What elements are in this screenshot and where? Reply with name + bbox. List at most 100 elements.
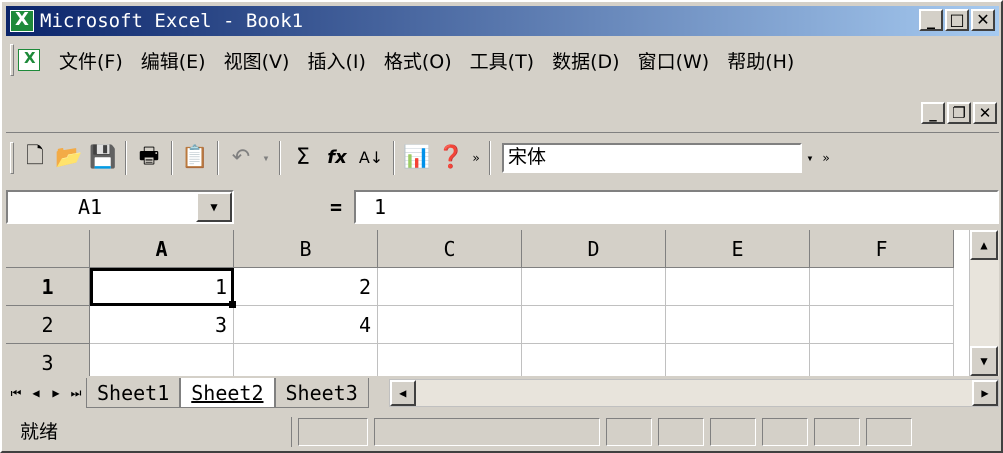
formatting-toolbar-options-icon[interactable]: »	[818, 146, 834, 170]
excel-app-icon[interactable]	[10, 9, 34, 32]
function-icon[interactable]: fx	[320, 141, 354, 175]
cell-d1[interactable]	[522, 268, 666, 306]
scroll-left-icon[interactable]: ◀	[389, 380, 416, 406]
window-title: Microsoft Excel - Book1	[40, 10, 304, 32]
cell-e2[interactable]	[666, 306, 810, 344]
toolbar-options-icon[interactable]: »	[468, 146, 484, 170]
open-icon[interactable]: 📂	[52, 141, 86, 175]
close-button[interactable]: ✕	[971, 9, 995, 31]
cell-d2[interactable]	[522, 306, 666, 344]
formula-equals[interactable]: =	[234, 195, 354, 219]
table-row: 2 3 4	[6, 306, 999, 344]
cell-e3[interactable]	[666, 344, 810, 376]
workbook-minimize-button[interactable]: _	[921, 102, 945, 124]
toolbar-separator	[279, 140, 281, 175]
cell-a1[interactable]: 1	[90, 268, 236, 308]
menu-help[interactable]: 帮助(H)	[718, 47, 803, 74]
toolbar-separator	[217, 140, 219, 175]
horizontal-scrollbar[interactable]: ◀ ▶	[388, 379, 999, 407]
chart-wizard-icon[interactable]: 📊	[400, 141, 434, 175]
cell-b3[interactable]	[234, 344, 378, 376]
formula-value: 1	[374, 195, 387, 219]
scroll-up-icon[interactable]: ▲	[970, 230, 998, 260]
next-sheet-icon[interactable]: ▶	[46, 380, 66, 406]
cell-c2[interactable]	[378, 306, 522, 344]
row-header[interactable]: 2	[6, 306, 90, 344]
menu-edit[interactable]: 编辑(E)	[132, 47, 215, 74]
prev-sheet-icon[interactable]: ◀	[26, 380, 46, 406]
cell-c1[interactable]	[378, 268, 522, 306]
menu-bar-row2: _ ❐ ✕	[6, 82, 999, 126]
workbook-controls: _ ❐ ✕	[921, 102, 997, 124]
sort-ascending-icon[interactable]: A↓	[354, 141, 388, 175]
menu-insert[interactable]: 插入(I)	[298, 47, 374, 74]
font-name-box[interactable]: 宋体	[502, 142, 802, 173]
worksheet-grid: A B C D E F 1 1 2 2 3 4 3 ▲ ▼	[6, 230, 999, 376]
menu-window[interactable]: 窗口(W)	[629, 47, 719, 74]
first-sheet-icon[interactable]: ⏮	[6, 380, 26, 406]
menu-grip[interactable]	[10, 44, 14, 76]
undo-dropdown-icon[interactable]: ▾	[258, 146, 274, 170]
menu-file[interactable]: 文件(F)	[50, 47, 132, 74]
workbook-restore-button[interactable]: ❐	[947, 102, 971, 124]
paste-icon[interactable]: 📋	[178, 141, 212, 175]
row-header[interactable]: 1	[6, 268, 90, 306]
scroll-right-icon[interactable]: ▶	[972, 380, 998, 406]
cell-e1[interactable]	[666, 268, 810, 306]
status-panel	[710, 418, 756, 446]
workbook-icon[interactable]	[18, 49, 40, 71]
cell-f3[interactable]	[810, 344, 954, 376]
scroll-down-icon[interactable]: ▼	[970, 346, 998, 376]
toolbar-separator	[171, 140, 173, 175]
cell-b1[interactable]: 2	[234, 268, 378, 306]
name-box[interactable]: A1 ▼	[6, 190, 234, 224]
print-icon[interactable]: 🖶	[132, 141, 166, 175]
menu-view[interactable]: 视图(V)	[215, 47, 299, 74]
status-bar: 就绪	[6, 414, 999, 450]
cell-a2[interactable]: 3	[90, 306, 234, 344]
toolbar-separator	[125, 140, 127, 175]
undo-icon[interactable]: ↶	[224, 141, 258, 175]
column-header[interactable]: B	[234, 230, 378, 268]
menu-data[interactable]: 数据(D)	[543, 47, 628, 74]
standard-toolbar: 🗋 📂 💾 🖶 📋 ↶ ▾ Σ fx A↓ 📊 ❓ » 宋体 ▾ »	[6, 132, 999, 182]
cell-d3[interactable]	[522, 344, 666, 376]
last-sheet-icon[interactable]: ⏭	[66, 380, 86, 406]
save-icon[interactable]: 💾	[86, 141, 120, 175]
minimize-button[interactable]: _	[919, 9, 943, 31]
status-text: 就绪	[6, 417, 292, 447]
font-dropdown-icon[interactable]: ▾	[802, 146, 818, 170]
column-header[interactable]: D	[522, 230, 666, 268]
sheet-tab-active[interactable]: Sheet2	[180, 378, 275, 408]
column-header[interactable]: E	[666, 230, 810, 268]
cell-f2[interactable]	[810, 306, 954, 344]
status-panel	[298, 418, 368, 446]
font-name-value: 宋体	[508, 145, 547, 168]
autosum-icon[interactable]: Σ	[286, 141, 320, 175]
workbook-close-button[interactable]: ✕	[973, 102, 997, 124]
status-panel	[606, 418, 652, 446]
name-box-dropdown-icon[interactable]: ▼	[196, 192, 232, 222]
sheet-tab[interactable]: Sheet3	[274, 378, 369, 408]
cell-c3[interactable]	[378, 344, 522, 376]
column-header[interactable]: C	[378, 230, 522, 268]
sheet-tab[interactable]: Sheet1	[86, 378, 181, 408]
status-panel	[866, 418, 912, 446]
cell-a3[interactable]	[90, 344, 234, 376]
column-header-row: A B C D E F	[6, 230, 999, 268]
new-icon[interactable]: 🗋	[18, 141, 52, 175]
column-header[interactable]: F	[810, 230, 954, 268]
cell-f1[interactable]	[810, 268, 954, 306]
vertical-scrollbar[interactable]: ▲ ▼	[969, 230, 999, 376]
maximize-button[interactable]: □	[945, 9, 969, 31]
menu-tools[interactable]: 工具(T)	[461, 47, 543, 74]
formula-input[interactable]: 1	[354, 190, 999, 224]
toolbar-grip[interactable]	[10, 141, 14, 174]
status-panel	[814, 418, 860, 446]
select-all-corner[interactable]	[6, 230, 90, 268]
menu-format[interactable]: 格式(O)	[375, 47, 461, 74]
help-icon[interactable]: ❓	[434, 141, 468, 175]
row-header[interactable]: 3	[6, 344, 90, 376]
column-header[interactable]: A	[90, 230, 234, 268]
cell-b2[interactable]: 4	[234, 306, 378, 344]
